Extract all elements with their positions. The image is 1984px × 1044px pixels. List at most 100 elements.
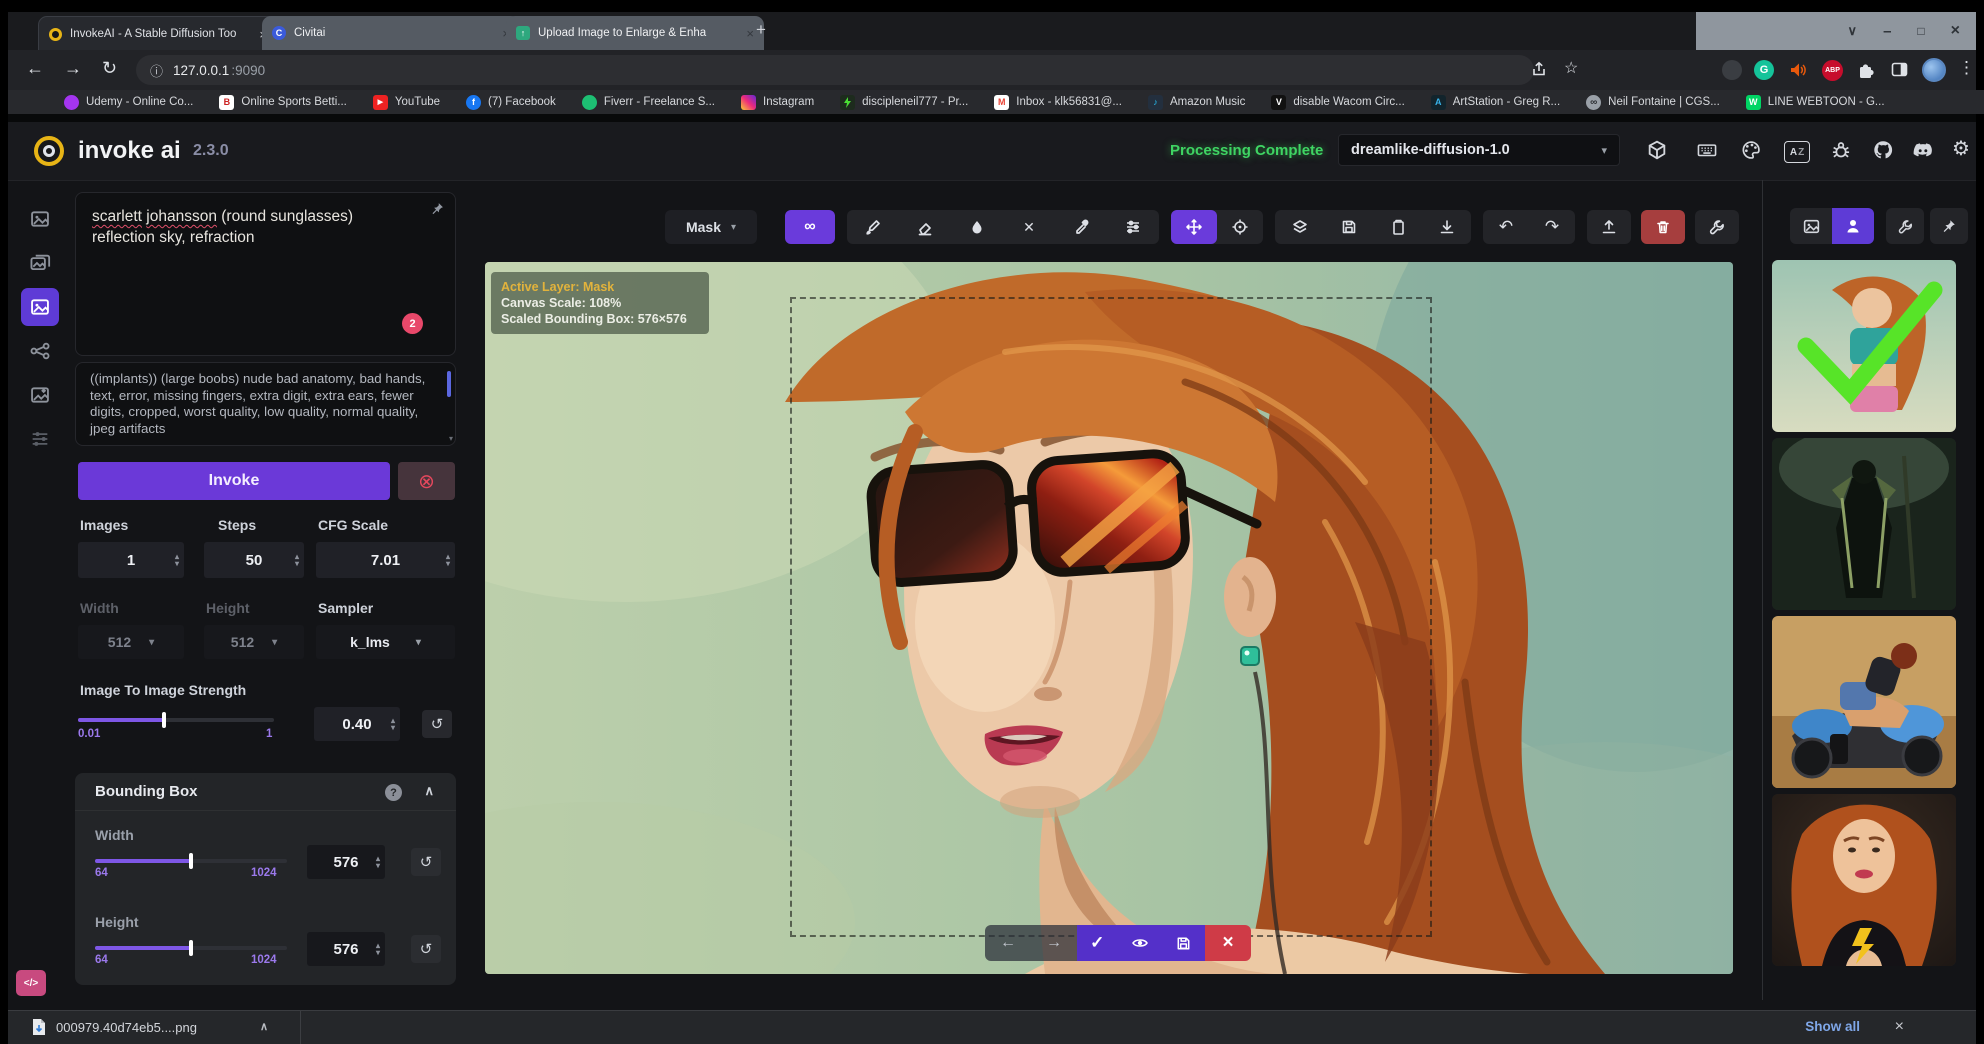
grammarly-badge[interactable]: 2 <box>402 313 423 334</box>
canvas-settings-icon[interactable] <box>1695 210 1739 244</box>
move-tool-icon[interactable] <box>1171 210 1217 244</box>
gallery-user-icon[interactable] <box>1832 208 1874 244</box>
download-filename[interactable]: 000979.40d74eb5....png <box>56 1020 197 1035</box>
gallery-thumbnail[interactable] <box>1772 616 1956 788</box>
pin-icon[interactable] <box>430 201 445 216</box>
gallery-thumbnail[interactable] <box>1772 794 1956 966</box>
next-image-button[interactable]: → <box>1046 934 1062 952</box>
previous-image-button[interactable]: ← <box>1000 934 1016 952</box>
bbox-height-reset-button[interactable]: ↺ <box>411 935 441 963</box>
model-select[interactable]: dreamlike-diffusion-1.0 ▾ <box>1338 134 1620 166</box>
bookmark-item[interactable]: Instagram <box>741 95 814 110</box>
bbox-width-reset-button[interactable]: ↺ <box>411 848 441 876</box>
eraser-tool-icon[interactable] <box>899 210 951 244</box>
tab-training[interactable] <box>21 420 59 458</box>
bookmark-item[interactable]: ▶YouTube <box>373 95 440 110</box>
adblock-extension-icon[interactable]: ABP <box>1822 60 1843 81</box>
back-icon[interactable]: ← <box>26 58 44 79</box>
bbox-height-slider[interactable] <box>95 946 287 950</box>
cfg-input[interactable]: 7.01▴▾ <box>316 542 455 578</box>
github-icon[interactable] <box>1872 139 1894 161</box>
site-info-icon[interactable]: ⓘ <box>150 61 163 80</box>
slider-handle[interactable] <box>189 940 193 956</box>
bookmark-item[interactable]: ∞Neil Fontaine | CGS... <box>1586 95 1720 110</box>
share-icon[interactable] <box>1530 60 1548 78</box>
strength-reset-button[interactable]: ↺ <box>422 710 452 738</box>
tab-text-to-image[interactable] <box>21 200 59 238</box>
show-hide-image-button[interactable] <box>1131 934 1149 952</box>
strength-slider[interactable] <box>78 718 274 722</box>
steps-input[interactable]: 50▴▾ <box>204 542 304 578</box>
prompt-input[interactable]: scarlett johansson (round sunglasses) re… <box>75 192 456 356</box>
enable-mask-button[interactable]: ∞ <box>785 210 835 244</box>
collapse-icon[interactable]: ∧ <box>424 783 434 799</box>
erase-bounding-box-icon[interactable]: ✕ <box>1003 210 1055 244</box>
browser-tab-civitai[interactable]: C Civitai × <box>262 16 520 50</box>
gallery-thumbnail[interactable] <box>1772 438 1956 610</box>
bookmark-item[interactable]: MInbox - klk56831@... <box>994 95 1122 110</box>
height-select[interactable]: 512▾ <box>204 625 304 659</box>
close-shelf-icon[interactable]: × <box>1895 1018 1904 1036</box>
browser-tab-upload-image[interactable]: ↑ Upload Image to Enlarge & Enha × <box>506 16 764 50</box>
canvas-image[interactable]: Active Layer: Mask Canvas Scale: 108% Sc… <box>485 262 1733 974</box>
minimize-window-icon[interactable]: – <box>1883 23 1891 40</box>
save-staged-image-button[interactable] <box>1175 935 1192 952</box>
sampler-select[interactable]: k_lms▾ <box>316 625 455 659</box>
bbox-height-input[interactable]: 576▴▾ <box>307 932 385 966</box>
brush-tool-icon[interactable] <box>847 210 899 244</box>
undo-icon[interactable]: ↶ <box>1483 210 1529 244</box>
bookmark-item[interactable]: Fiverr - Freelance S... <box>582 95 715 110</box>
width-select[interactable]: 512▾ <box>78 625 184 659</box>
fill-bounding-box-icon[interactable] <box>951 210 1003 244</box>
bookmark-item[interactable]: ♪Amazon Music <box>1148 95 1245 110</box>
negative-prompt-input[interactable]: ((implants)) (large boobs) nude bad anat… <box>75 362 456 446</box>
bbox-width-slider[interactable] <box>95 859 287 863</box>
new-tab-button[interactable]: + <box>756 20 766 40</box>
cancel-button[interactable]: ⊗ <box>398 462 455 500</box>
save-to-gallery-icon[interactable] <box>1324 210 1373 244</box>
canvas-bounding-box[interactable] <box>790 297 1432 937</box>
redo-icon[interactable]: ↷ <box>1529 210 1575 244</box>
close-tab-icon[interactable]: × <box>746 26 754 41</box>
invoke-button[interactable]: Invoke <box>78 462 390 500</box>
images-input[interactable]: 1▴▾ <box>78 542 184 578</box>
scrollbar-thumb[interactable] <box>447 371 451 397</box>
console-toggle-button[interactable]: </> <box>16 970 46 996</box>
strength-input[interactable]: 0.40▴▾ <box>314 707 400 741</box>
scroll-down-icon[interactable]: ▾ <box>449 434 453 443</box>
discord-icon[interactable] <box>1912 139 1934 161</box>
tab-search-icon[interactable]: ∨ <box>1848 23 1858 39</box>
bookmark-item[interactable]: Vdisable Wacom Circ... <box>1271 95 1404 110</box>
forward-icon[interactable]: → <box>64 58 82 79</box>
profile-avatar[interactable] <box>1922 58 1946 82</box>
slider-handle[interactable] <box>162 712 166 728</box>
gallery-thumbnail-current[interactable] <box>1772 260 1956 432</box>
merge-visible-icon[interactable] <box>1275 210 1324 244</box>
theme-palette-icon[interactable] <box>1740 139 1762 161</box>
volume-extension-icon[interactable] <box>1788 60 1808 80</box>
bookmark-item[interactable]: AArtStation - Greg R... <box>1431 95 1560 110</box>
upload-image-button[interactable] <box>1587 210 1631 244</box>
help-icon[interactable]: ? <box>385 784 402 801</box>
clear-canvas-button[interactable] <box>1641 210 1685 244</box>
reset-view-icon[interactable] <box>1217 210 1263 244</box>
tab-nodes[interactable] <box>21 332 59 370</box>
report-bug-icon[interactable] <box>1830 139 1852 161</box>
gallery-images-icon[interactable] <box>1790 208 1832 244</box>
copy-to-clipboard-icon[interactable] <box>1373 210 1422 244</box>
hotkeys-keyboard-icon[interactable] <box>1696 139 1718 161</box>
restore-window-icon[interactable]: □ <box>1917 24 1924 38</box>
bookmark-star-icon[interactable]: ☆ <box>1564 58 1578 78</box>
gallery-pin-icon[interactable] <box>1930 208 1968 244</box>
language-icon[interactable]: AZ <box>1784 141 1810 163</box>
bookmark-item[interactable]: Udemy - Online Co... <box>64 95 193 110</box>
show-all-link[interactable]: Show all <box>1805 1019 1860 1034</box>
grammarly-extension-icon[interactable]: G <box>1754 60 1774 80</box>
bbox-width-input[interactable]: 576▴▾ <box>307 845 385 879</box>
color-picker-icon[interactable] <box>1055 210 1107 244</box>
close-window-icon[interactable]: × <box>1951 22 1960 40</box>
tab-post-processing[interactable] <box>21 376 59 414</box>
layer-select[interactable]: Mask ▾ <box>665 210 757 244</box>
brush-options-icon[interactable] <box>1107 210 1159 244</box>
address-bar[interactable]: ⓘ 127.0.0.1 :9090 <box>136 55 1534 85</box>
